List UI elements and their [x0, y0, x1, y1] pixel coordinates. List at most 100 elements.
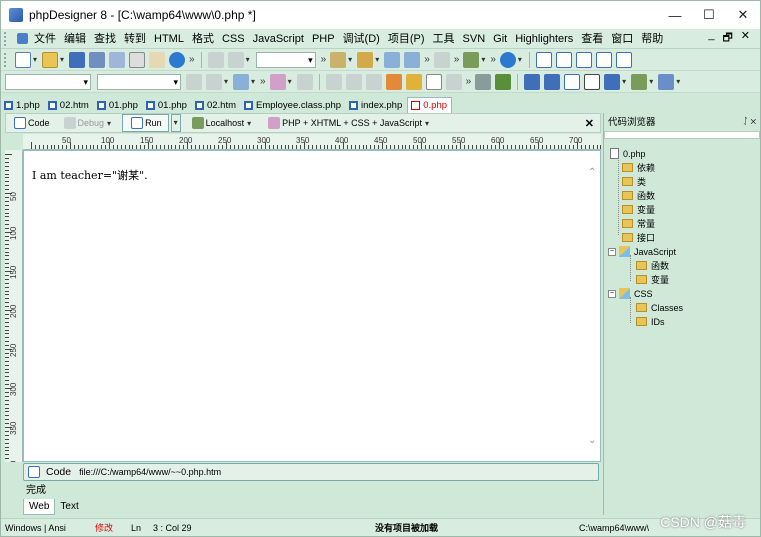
- tab-1-php[interactable]: 1.php: [1, 97, 44, 113]
- menu-project[interactable]: 项目(P): [384, 29, 429, 49]
- menu-css[interactable]: CSS: [218, 29, 249, 49]
- menu-html[interactable]: HTML: [150, 29, 188, 49]
- layout-3-icon[interactable]: [575, 51, 592, 68]
- table-icon[interactable]: [524, 73, 541, 90]
- tree-item[interactable]: 变量: [622, 203, 655, 216]
- tab-text[interactable]: Text: [55, 499, 83, 515]
- print-icon[interactable]: [129, 51, 146, 68]
- code-editor[interactable]: I am teacher="谢某". ⌃ ⌄: [23, 150, 601, 462]
- mdi-restore-button[interactable]: 🗗: [722, 29, 732, 48]
- menu-goto[interactable]: 转到: [120, 29, 150, 49]
- menu-git[interactable]: Git: [489, 29, 511, 49]
- layout-5-icon[interactable]: [615, 51, 632, 68]
- link-icon[interactable]: [475, 73, 492, 90]
- tree-root[interactable]: 0.php: [610, 147, 646, 160]
- overflow-chevron-icon[interactable]: »: [454, 54, 460, 65]
- chevron-down-icon[interactable]: ▾: [622, 77, 626, 86]
- tree-item[interactable]: 常量: [622, 217, 655, 230]
- menu-help[interactable]: 帮助: [637, 29, 667, 49]
- maximize-button[interactable]: ☐: [692, 1, 726, 29]
- menu-edit[interactable]: 编辑: [60, 29, 90, 49]
- project-manager-icon[interactable]: [604, 73, 621, 90]
- form-icon[interactable]: [544, 73, 561, 90]
- code-view-button[interactable]: Code: [6, 114, 56, 132]
- file-combo[interactable]: [5, 73, 91, 90]
- chevron-down-icon[interactable]: ▾: [246, 55, 250, 64]
- open-project-icon[interactable]: [149, 51, 166, 68]
- menu-svn[interactable]: SVN: [459, 29, 490, 49]
- overflow-chevron-icon[interactable]: »: [490, 54, 496, 65]
- settings-gear-icon[interactable]: [658, 73, 675, 90]
- tab-employee-class-php[interactable]: Employee.class.php: [241, 97, 345, 113]
- chevron-down-icon[interactable]: ▾: [251, 77, 255, 86]
- menu-highlighters[interactable]: Highlighters: [511, 29, 577, 49]
- step-out-icon[interactable]: [345, 73, 362, 90]
- toggle-panel-icon[interactable]: [584, 73, 601, 90]
- editor-text[interactable]: I am teacher="谢某".: [32, 167, 148, 183]
- step-over-icon[interactable]: [325, 73, 342, 90]
- run-button[interactable]: Run: [122, 114, 169, 132]
- menu-tools[interactable]: 工具: [429, 29, 459, 49]
- close-button[interactable]: ✕: [726, 1, 760, 29]
- overflow-chevron-icon[interactable]: »: [466, 76, 472, 87]
- chevron-down-icon[interactable]: ▾: [649, 77, 653, 86]
- panel-pin-close[interactable]: ᛇ ✕: [743, 116, 756, 126]
- tree-item[interactable]: 类: [622, 175, 646, 188]
- menu-file[interactable]: 文件: [30, 29, 60, 49]
- stop-debug-icon[interactable]: [445, 73, 462, 90]
- code-browser-filter[interactable]: [604, 131, 760, 139]
- tree-item[interactable]: 函数: [622, 189, 655, 202]
- close-editor-icon[interactable]: ✕: [585, 117, 594, 130]
- menu-view[interactable]: 查看: [577, 29, 607, 49]
- collapse-icon[interactable]: −: [608, 247, 616, 256]
- tab-index-php[interactable]: index.php: [346, 97, 406, 113]
- chevron-down-icon[interactable]: ▾: [348, 55, 352, 64]
- minimize-button[interactable]: —: [658, 1, 692, 29]
- save-as-icon[interactable]: [109, 51, 126, 68]
- document-menu-icon[interactable]: [17, 33, 28, 44]
- debug-button[interactable]: Debug ▾: [56, 114, 121, 132]
- cut-icon[interactable]: [207, 51, 224, 68]
- mdi-minimize-button[interactable]: _: [708, 29, 714, 48]
- chevron-down-icon[interactable]: ▾: [481, 55, 485, 64]
- tree-item[interactable]: 依赖: [622, 161, 655, 174]
- chevron-down-icon[interactable]: ▾: [33, 55, 37, 64]
- editor-scrollbar[interactable]: ⌃ ⌄: [586, 151, 600, 461]
- layout-1-icon[interactable]: [535, 51, 552, 68]
- collapse-icon[interactable]: −: [608, 289, 616, 298]
- tab-01-php-2[interactable]: 01.php: [143, 97, 191, 113]
- breakpoint-icon[interactable]: [385, 73, 402, 90]
- back-arrow-icon[interactable]: [433, 51, 450, 68]
- watch-icon[interactable]: [405, 73, 422, 90]
- undo-icon[interactable]: [186, 73, 202, 90]
- tree-item[interactable]: 变量: [636, 273, 669, 286]
- menu-debug[interactable]: 调试(D): [339, 29, 384, 49]
- preview-globe-icon[interactable]: [499, 51, 516, 68]
- tree-group-javascript[interactable]: − JavaScript: [608, 245, 676, 258]
- step-into-icon[interactable]: [296, 73, 313, 90]
- indent-icon[interactable]: [384, 51, 401, 68]
- tree-item[interactable]: 接口: [622, 231, 655, 244]
- save-all-icon[interactable]: [89, 51, 106, 68]
- language-mode-button[interactable]: PHP + XHTML + CSS + JavaScript ▾: [260, 114, 438, 132]
- preview-url[interactable]: file:///C:/wamp64/www/~~0.php.htm: [79, 467, 221, 477]
- debug-step-icon[interactable]: [269, 73, 286, 90]
- edit-tag-icon[interactable]: [330, 51, 347, 68]
- chevron-down-icon[interactable]: ▾: [224, 77, 228, 86]
- tab-web[interactable]: Web: [23, 499, 56, 515]
- copy-icon[interactable]: [227, 51, 244, 68]
- snippet-icon[interactable]: [357, 51, 374, 68]
- scroll-down-icon[interactable]: ⌄: [588, 435, 596, 446]
- window-list-icon[interactable]: [206, 73, 222, 90]
- menu-format[interactable]: 格式: [188, 29, 218, 49]
- save-icon[interactable]: [69, 51, 86, 68]
- run-dropdown-chevron-icon[interactable]: ▾: [170, 114, 181, 132]
- toolbar-grip[interactable]: [4, 52, 10, 67]
- tree-group-css[interactable]: − CSS: [608, 287, 653, 300]
- overflow-chevron-icon[interactable]: »: [321, 54, 327, 65]
- chevron-down-icon[interactable]: ▾: [60, 55, 64, 64]
- run-to-cursor-icon[interactable]: [365, 73, 382, 90]
- tab-02-htm[interactable]: 02.htm: [45, 97, 93, 113]
- chevron-down-icon[interactable]: ▾: [518, 55, 522, 64]
- layout-4-icon[interactable]: [595, 51, 612, 68]
